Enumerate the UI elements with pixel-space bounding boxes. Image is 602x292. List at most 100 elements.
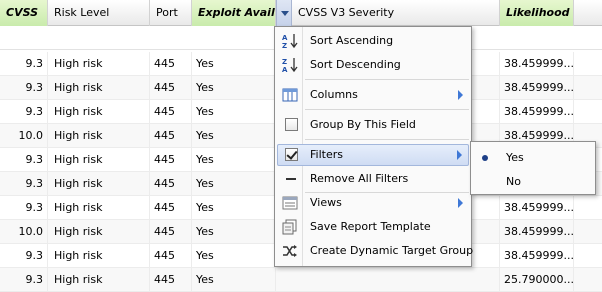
cell-risk-level: High risk xyxy=(48,100,150,123)
cell-risk-level: High risk xyxy=(48,220,150,243)
submenu-arrow-icon xyxy=(457,150,462,160)
cell-cvss: 9.3 xyxy=(0,172,48,195)
cell-port: 445 xyxy=(150,100,192,123)
menu-item-filters[interactable]: Filters xyxy=(277,144,469,166)
menu-item-label: Sort Descending xyxy=(310,58,401,71)
cell-likelihood: 38.459999... xyxy=(500,196,574,219)
cell-port: 445 xyxy=(150,244,192,267)
column-header-likelihood[interactable]: Likelihood xyxy=(500,0,574,26)
cell-exploit-available: Yes xyxy=(192,124,276,147)
menu-item-sort-ascending[interactable]: A Z Sort Ascending xyxy=(277,30,469,52)
cell-port: 445 xyxy=(150,76,192,99)
shuffle-icon xyxy=(283,245,297,257)
filter-option-no[interactable]: No xyxy=(473,171,593,193)
cell-likelihood: 25.790000... xyxy=(500,268,574,291)
cell-cvss: 10.0 xyxy=(0,220,48,243)
menu-separator xyxy=(305,79,469,80)
menu-item-label: Create Dynamic Target Group xyxy=(310,244,474,257)
cell-exploit-available: Yes xyxy=(192,268,276,291)
menu-item-label: Remove All Filters xyxy=(310,172,409,185)
menu-item-label: Views xyxy=(310,196,342,209)
svg-text:A: A xyxy=(282,34,288,42)
cell-port: 445 xyxy=(150,52,192,75)
cell-likelihood: 38.459999... xyxy=(500,52,574,75)
cell-risk-level: High risk xyxy=(48,196,150,219)
columns-icon xyxy=(282,88,298,102)
cell-cvss: 9.3 xyxy=(0,52,48,75)
minus-icon xyxy=(286,178,296,180)
checkbox-icon xyxy=(285,118,298,131)
svg-text:Z: Z xyxy=(282,42,287,49)
filter-option-label: Yes xyxy=(506,151,524,164)
cell-likelihood: 38.459999... xyxy=(500,100,574,123)
column-header-risk-level[interactable]: Risk Level xyxy=(48,0,150,26)
cell-likelihood: 38.459999... xyxy=(500,76,574,99)
cell-risk-level: High risk xyxy=(48,172,150,195)
menu-item-label: Group By This Field xyxy=(310,118,416,131)
menu-item-save-report-template[interactable]: Save Report Template xyxy=(277,216,469,238)
cell-exploit-available: Yes xyxy=(192,220,276,243)
menu-item-remove-all-filters[interactable]: Remove All Filters xyxy=(277,168,469,190)
cell-exploit-available: Yes xyxy=(192,172,276,195)
cell-risk-level: High risk xyxy=(48,148,150,171)
column-header-exploit-available[interactable]: Exploit Availa xyxy=(192,0,276,26)
cell-exploit-available: Yes xyxy=(192,196,276,219)
cell-risk-level: High risk xyxy=(48,124,150,147)
cell-likelihood: 38.459999... xyxy=(500,244,574,267)
menu-item-sort-descending[interactable]: Z A Sort Descending xyxy=(277,54,469,76)
svg-text:Z: Z xyxy=(282,58,287,66)
column-header-cvss[interactable]: CVSS xyxy=(0,0,48,26)
cell-cvss: 9.3 xyxy=(0,76,48,99)
column-header-cvss-v3-severity[interactable]: CVSS V3 Severity xyxy=(292,0,500,26)
menu-item-group-by-field[interactable]: Group By This Field xyxy=(277,114,469,136)
menu-item-views[interactable]: Views xyxy=(277,192,469,214)
menu-separator xyxy=(305,109,469,110)
cell-cvss: 9.3 xyxy=(0,244,48,267)
checkbox-checked-icon xyxy=(285,148,298,161)
cell-risk-level: High risk xyxy=(48,52,150,75)
column-header-overflow xyxy=(574,0,602,26)
cell-port: 445 xyxy=(150,148,192,171)
cell-port: 445 xyxy=(150,268,192,291)
sort-ascending-icon: A Z xyxy=(282,34,298,49)
filters-submenu: Yes No xyxy=(470,141,596,195)
cell-port: 445 xyxy=(150,196,192,219)
table-row[interactable]: 9.3 High risk 445 Yes 25.790000... xyxy=(0,268,602,292)
column-menu-dropdown-button[interactable] xyxy=(276,0,292,26)
column-header-port[interactable]: Port xyxy=(150,0,192,26)
filter-option-yes[interactable]: Yes xyxy=(473,147,593,169)
cell-cvss: 9.3 xyxy=(0,196,48,219)
submenu-arrow-icon xyxy=(458,90,463,100)
svg-text:A: A xyxy=(282,66,288,73)
menu-item-label: Filters xyxy=(310,148,343,161)
cell-cvss: 9.3 xyxy=(0,268,48,291)
views-icon xyxy=(282,196,298,210)
grid-header: CVSS Risk Level Port Exploit Availa CVSS… xyxy=(0,0,602,26)
column-context-menu: A Z Sort Ascending Z A Sort Descending C… xyxy=(274,26,473,267)
cell-port: 445 xyxy=(150,220,192,243)
cell-cvss: 9.3 xyxy=(0,100,48,123)
menu-item-label: Columns xyxy=(310,88,358,101)
cell-risk-level: High risk xyxy=(48,244,150,267)
cell-port: 445 xyxy=(150,124,192,147)
save-template-icon xyxy=(282,219,297,235)
cell-cvss: 9.3 xyxy=(0,148,48,171)
cell-exploit-available: Yes xyxy=(192,100,276,123)
sort-descending-icon: Z A xyxy=(282,58,298,73)
cell-exploit-available: Yes xyxy=(192,52,276,75)
menu-item-label: Save Report Template xyxy=(310,220,431,233)
menu-item-create-dynamic-target-group[interactable]: Create Dynamic Target Group xyxy=(277,240,473,262)
cell-exploit-available: Yes xyxy=(192,148,276,171)
cell-risk-level: High risk xyxy=(48,268,150,291)
cell-risk-level: High risk xyxy=(48,76,150,99)
cell-likelihood: 38.459999... xyxy=(500,220,574,243)
selected-dot-icon xyxy=(482,155,488,161)
menu-item-columns[interactable]: Columns xyxy=(277,84,469,106)
cell-exploit-available: Yes xyxy=(192,76,276,99)
menu-separator xyxy=(305,139,469,140)
cell-cvss-v3-severity xyxy=(292,268,500,291)
cell-port: 445 xyxy=(150,172,192,195)
cell-exploit-available: Yes xyxy=(192,244,276,267)
cell-cvss: 10.0 xyxy=(0,124,48,147)
submenu-arrow-icon xyxy=(458,198,463,208)
